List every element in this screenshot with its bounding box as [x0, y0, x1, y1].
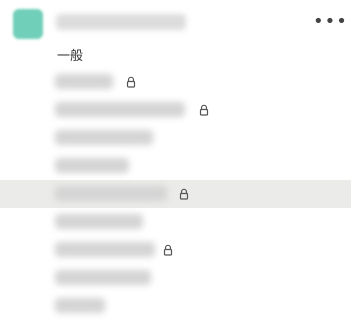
lock-icon [126, 76, 136, 88]
channel-item[interactable] [0, 236, 351, 264]
channel-item-selected[interactable] [0, 180, 351, 208]
channel-name [55, 186, 167, 201]
workspace-header: ••• [0, 0, 351, 44]
lock-icon [163, 244, 173, 256]
lock-icon [199, 104, 209, 116]
channel-name [55, 158, 129, 173]
channel-item[interactable] [0, 124, 351, 152]
channel-name [55, 130, 153, 145]
channel-name [55, 270, 151, 285]
channel-item[interactable] [0, 292, 351, 320]
channel-item[interactable] [0, 152, 351, 180]
workspace-icon[interactable] [13, 9, 43, 39]
channel-item[interactable] [0, 264, 351, 292]
channel-name [55, 242, 155, 257]
channel-name [55, 214, 143, 229]
channel-name [55, 298, 105, 313]
section-heading[interactable]: 一般 [57, 45, 83, 64]
more-options-button[interactable]: ••• [313, 12, 347, 32]
channel-item[interactable] [0, 68, 351, 96]
channel-list [0, 68, 351, 320]
channel-item[interactable] [0, 96, 351, 124]
lock-icon [179, 188, 189, 200]
channel-name [55, 102, 185, 117]
channel-name [55, 74, 113, 89]
more-icon: ••• [313, 11, 348, 32]
workspace-name[interactable] [56, 14, 186, 30]
channel-item[interactable] [0, 208, 351, 236]
